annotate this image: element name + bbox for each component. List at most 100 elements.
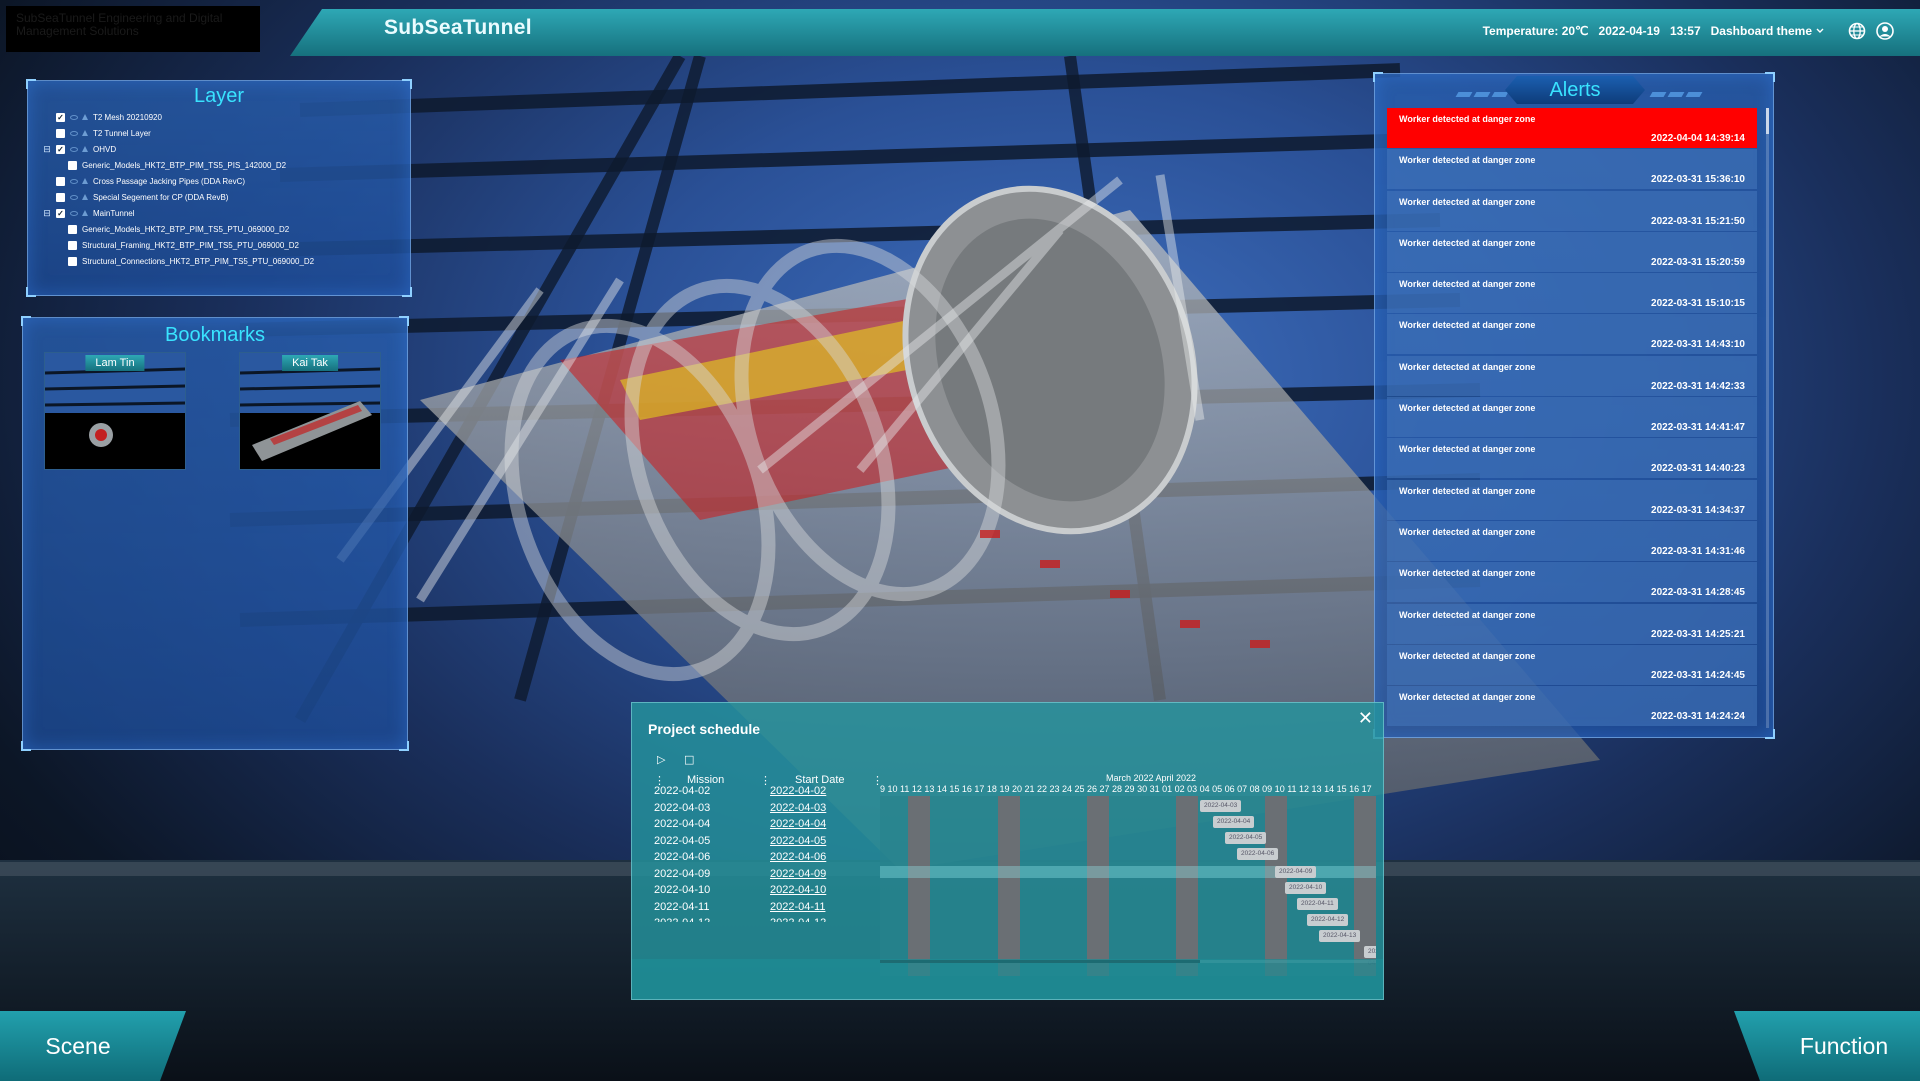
start-date-link[interactable]: 2022-04-10 [770,884,826,901]
globe-icon[interactable] [1848,22,1866,40]
gantt-task-bar[interactable]: 2022-04-09 [1275,866,1317,878]
start-date-link[interactable]: 2022-04-03 [770,802,826,819]
alert-timestamp: 2022-03-31 14:24:24 [1651,711,1745,723]
visibility-icon [70,114,78,120]
gantt-month-label: March 2022 April 2022 [1106,773,1197,783]
alert-item[interactable]: Worker detected at danger zone 2022-03-31… [1387,644,1757,685]
bookmark-label: Kai Tak [282,355,338,371]
layer-checkbox[interactable] [68,240,77,250]
expand-icon[interactable]: ⊟ [42,144,52,155]
alert-item[interactable]: Worker detected at danger zone 2022-03-31… [1387,397,1757,438]
layer-checkbox[interactable] [56,176,65,186]
layer-item-label: Cross Passage Jacking Pipes (DDA RevC) [93,176,246,186]
layer-item[interactable]: Structural_Framing_HKT2_BTP_PIM_TS5_PTU_… [42,237,396,253]
play-icon[interactable]: ▷ [657,753,665,766]
layer-item[interactable]: Generic_Models_HKT2_BTP_PIM_TS5_PIS_1420… [42,157,396,173]
start-date-link[interactable]: 2022-04-12 [770,917,826,922]
dashboard-theme-dropdown[interactable]: Dashboard theme [1711,24,1824,38]
gantt-task-bar[interactable]: 2022-04-05 [1225,832,1267,844]
alert-message: Worker detected at danger zone [1399,650,1536,661]
alert-list[interactable]: Worker detected at danger zone 2022-04-04… [1387,108,1757,728]
schedule-grid: 2022-04-02 2022-04-02 2022-04-03 2022-04-03… [654,785,894,922]
alert-item[interactable]: Worker detected at danger zone 2022-03-31… [1387,149,1757,190]
layer-item[interactable]: ⊟ OHVD [42,141,396,157]
layer-item[interactable]: T2 Mesh 20210920 [42,109,396,125]
gantt-task-bar[interactable]: 2022-04-03 [1200,800,1242,812]
layer-checkbox[interactable] [56,208,65,218]
table-row[interactable]: 2022-04-122022-04-12 [654,917,894,922]
table-row[interactable]: 2022-04-09 2022-04-09 [654,868,894,885]
bookmark-card[interactable]: Kai Tak [239,352,381,470]
start-date-link[interactable]: 2022-04-11 [770,901,825,918]
alert-item[interactable]: Worker detected at danger zone 2022-04-04… [1387,108,1757,148]
start-date-link[interactable]: 2022-04-09 [770,868,826,885]
weekend-column [1265,796,1287,976]
layer-checkbox[interactable] [56,112,65,122]
layer-panel-title: Layer [193,85,245,107]
layer-item[interactable]: T2 Tunnel Layer [42,125,396,141]
layer-item[interactable]: Generic_Models_HKT2_BTP_PIM_TS5_PTU_0690… [42,221,396,237]
layer-checkbox[interactable] [68,224,77,234]
close-icon[interactable]: ✕ [1358,708,1373,729]
alert-item[interactable]: Worker detected at danger zone 2022-03-31… [1387,479,1757,520]
alert-message: Worker detected at danger zone [1399,444,1536,455]
alert-item[interactable]: Worker detected at danger zone 2022-03-31… [1387,273,1757,314]
layer-checkbox[interactable] [68,256,77,266]
layer-item[interactable]: Special Segement for CP (DDA RevB) [42,189,396,205]
bookmarks-panel-title: Bookmarks [164,324,266,346]
alert-timestamp: 2022-03-31 14:31:46 [1651,545,1745,557]
table-row[interactable]: 2022-04-05 2022-04-05 [654,835,894,852]
table-row[interactable]: 2022-04-02 2022-04-02 [654,785,894,802]
layer-checkbox[interactable] [56,192,65,202]
table-row[interactable]: 2022-04-11 2022-04-11 [654,901,894,918]
gantt-task-bar[interactable]: 2022-04-11 [1297,898,1338,910]
alerts-scrollbar[interactable] [1766,108,1769,728]
alert-message: Worker detected at danger zone [1399,361,1536,372]
table-row[interactable]: 2022-04-06 2022-04-06 [654,851,894,868]
alerts-scrollbar-thumb[interactable] [1766,108,1769,134]
layer-item[interactable]: ⊟ MainTunnel [42,205,396,221]
table-row[interactable]: 2022-04-03 2022-04-03 [654,802,894,819]
function-button[interactable]: Function [1734,1011,1920,1081]
start-date-link[interactable]: 2022-04-02 [770,785,826,802]
alert-item[interactable]: Worker detected at danger zone 2022-03-31… [1387,231,1757,272]
bookmark-card[interactable]: Lam Tin [44,352,186,470]
gantt-task-bar[interactable]: 2022-04-14 [1364,946,1376,967]
alert-item[interactable]: Worker detected at danger zone 2022-03-31… [1387,603,1757,644]
bookmarks-panel: Bookmarks Lam Tin Kai Tak [21,316,409,751]
start-date-link[interactable]: 2022-04-05 [770,835,826,852]
table-row[interactable]: 2022-04-04 2022-04-04 [654,818,894,835]
gantt-task-bar[interactable]: 2022-04-13 [1319,930,1361,942]
layer-checkbox[interactable] [56,128,65,138]
start-date-link[interactable]: 2022-04-04 [770,818,826,835]
layer-checkbox[interactable] [56,144,65,154]
scene-button[interactable]: Scene [0,1011,186,1081]
gantt-task-bar[interactable]: 2022-04-06 [1237,848,1279,860]
alert-item[interactable]: Worker detected at danger zone 2022-03-31… [1387,520,1757,561]
alert-item[interactable]: Worker detected at danger zone 2022-03-31… [1387,355,1757,396]
layer-checkbox[interactable] [68,160,77,170]
gantt-task-bar[interactable]: 2022-04-04 [1213,816,1255,828]
layer-item[interactable]: Structural_Connections_HKT2_BTP_PIM_TS5_… [42,253,396,269]
gantt-task-bar[interactable]: 2022-04-10 [1285,882,1327,894]
alert-item[interactable]: Worker detected at danger zone 2022-03-31… [1387,562,1757,603]
alert-item[interactable]: Worker detected at danger zone 2022-03-31… [1387,686,1757,727]
weekend-column [998,796,1020,976]
table-row[interactable]: 2022-04-10 2022-04-10 [654,884,894,901]
user-icon[interactable] [1876,22,1894,40]
expand-icon[interactable]: ⊟ [42,208,52,219]
mission-cell: 2022-04-11 [654,900,710,913]
alert-item[interactable]: Worker detected at danger zone 2022-03-31… [1387,314,1757,355]
alert-item[interactable]: Worker detected at danger zone 2022-03-31… [1387,190,1757,231]
stop-icon[interactable]: □ [684,753,694,766]
alert-message: Worker detected at danger zone [1399,403,1536,414]
weekend-column [1087,796,1109,976]
gantt-chart[interactable]: March 2022 April 2022 9 10 11 12 13 14 1… [880,771,1376,977]
alert-item[interactable]: Worker detected at danger zone 2022-03-31… [1387,438,1757,479]
mission-cell: 2022-04-03 [654,801,711,814]
gantt-task-bar[interactable]: 2022-04-12 [1307,914,1349,926]
layer-item[interactable]: Cross Passage Jacking Pipes (DDA RevC) [42,173,396,189]
layer-tree[interactable]: T2 Mesh 20210920 T2 Tunnel Layer ⊟ OHVD Gene… [42,109,396,271]
start-date-link[interactable]: 2022-04-06 [770,851,826,868]
alert-message: Worker detected at danger zone [1399,155,1536,166]
